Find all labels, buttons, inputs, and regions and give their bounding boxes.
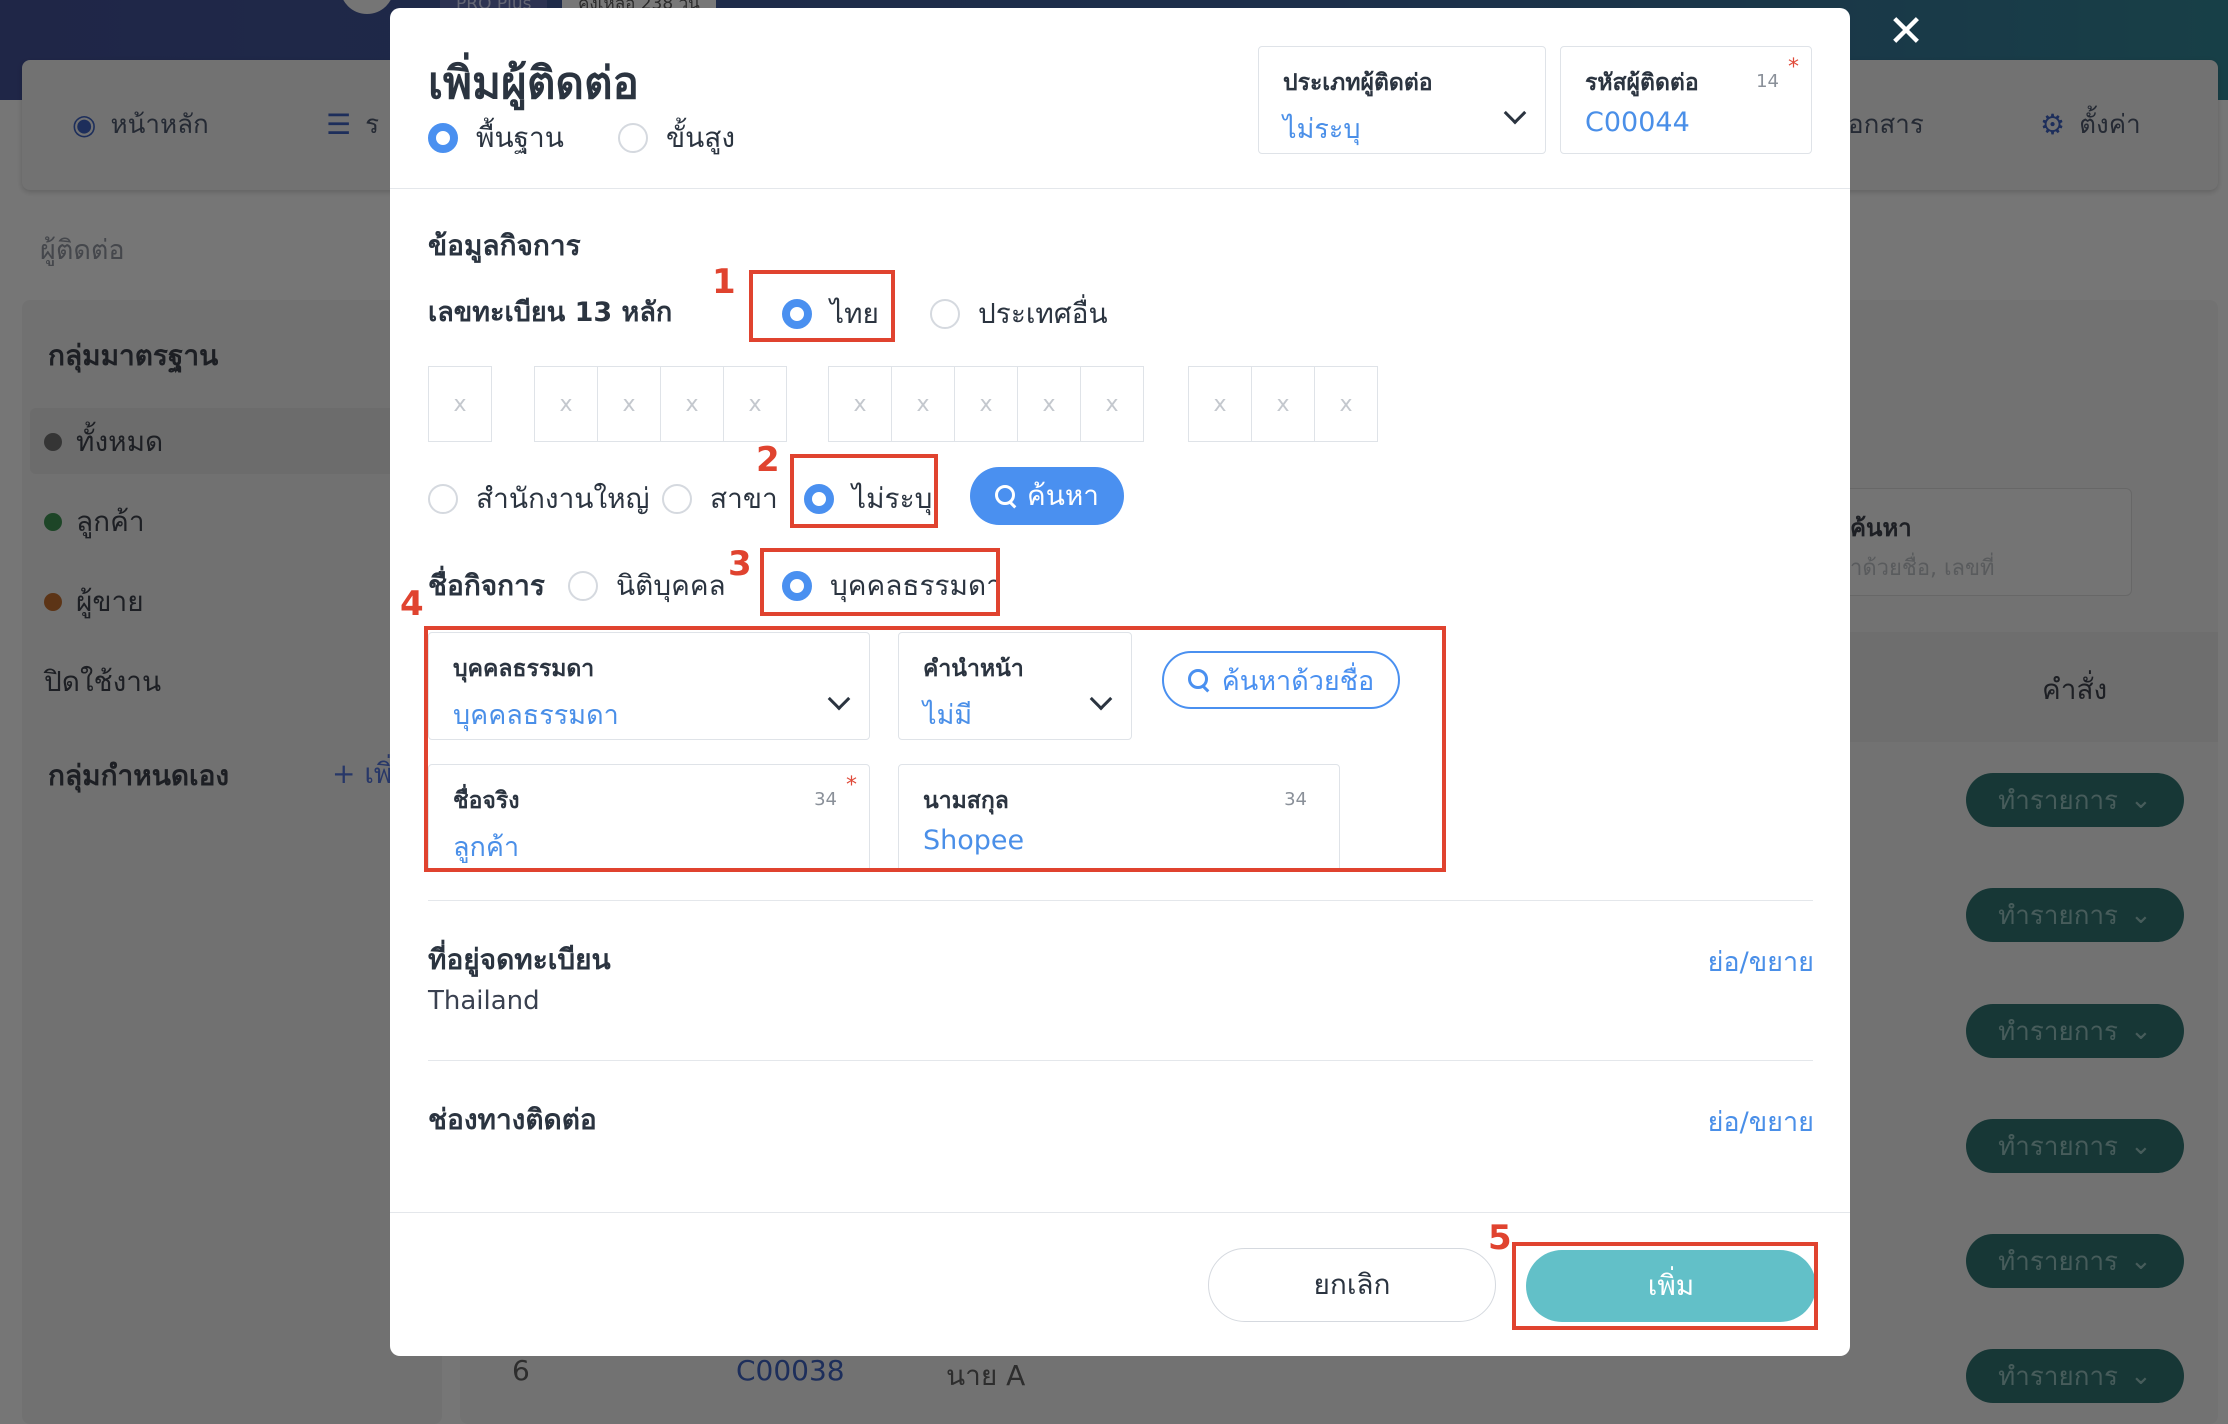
button-label: ค้นหา — [1026, 479, 1100, 512]
business-name-label: ชื่อกิจการ — [428, 569, 545, 602]
modal-title: เพิ่มผู้ติดต่อ — [428, 58, 639, 109]
tax-digit-input[interactable]: x — [1080, 366, 1144, 442]
business-info-title: ข้อมูลกิจการ — [428, 229, 581, 262]
radio-label: สำนักงานใหญ่ — [476, 482, 650, 515]
tax-digit-input[interactable]: x — [1251, 366, 1315, 442]
tax-digit-input[interactable]: x — [660, 366, 724, 442]
annotation-number-2: 2 — [756, 440, 780, 480]
address-title: ที่อยู่จดทะเบียน — [428, 943, 611, 976]
tax-digit-input[interactable]: x — [597, 366, 661, 442]
field-value: ไม่ระบุ — [1283, 114, 1361, 145]
field-label: ประเภทผู้ติดต่อ — [1283, 70, 1433, 96]
mode-advanced-radio[interactable]: ขั้นสูง — [618, 116, 735, 160]
radio-indicator — [428, 123, 458, 153]
cancel-button[interactable]: ยกเลิก — [1208, 1248, 1496, 1322]
contact-channels-title: ช่องทางติดต่อ — [428, 1103, 597, 1136]
radio-label: ประเทศอื่น — [978, 297, 1108, 330]
contact-code-field[interactable]: รหัสผู้ติดต่อ C00044 14 * — [1560, 46, 1812, 154]
contact-type-select[interactable]: ประเภทผู้ติดต่อ ไม่ระบุ — [1258, 46, 1546, 154]
radio-label: ขั้นสูง — [666, 121, 736, 154]
country-other-radio[interactable]: ประเทศอื่น — [930, 292, 1108, 336]
tax-digit-input[interactable]: x — [723, 366, 787, 442]
tax-digit-input[interactable]: x — [428, 366, 492, 442]
branch-hq-radio[interactable]: สำนักงานใหญ่ — [428, 477, 649, 521]
tax-id-label: เลขทะเบียน 13 หลัก — [428, 297, 673, 328]
annotation-box-4 — [424, 626, 1446, 872]
mode-basic-radio[interactable]: พื้นฐาน — [428, 116, 564, 160]
annotation-number-1: 1 — [712, 262, 736, 302]
search-tax-id-button[interactable]: ค้นหา — [970, 467, 1124, 525]
radio-indicator — [930, 299, 960, 329]
radio-label: สาขา — [710, 482, 778, 515]
section-divider — [428, 1060, 1813, 1061]
tax-digit-input[interactable]: x — [891, 366, 955, 442]
radio-indicator — [568, 571, 598, 601]
header-divider — [390, 188, 1850, 189]
field-label: รหัสผู้ติดต่อ — [1585, 70, 1699, 96]
tax-digit-input[interactable]: x — [1017, 366, 1081, 442]
radio-indicator — [428, 484, 458, 514]
tax-digit-input[interactable]: x — [1188, 366, 1252, 442]
annotation-box-3 — [760, 548, 1000, 616]
tax-digit-input[interactable]: x — [534, 366, 598, 442]
close-icon[interactable]: ✕ — [1882, 8, 1930, 56]
required-mark: * — [1788, 55, 1799, 80]
annotation-box-1 — [749, 270, 895, 342]
address-value: Thailand — [428, 986, 540, 1016]
radio-indicator — [618, 123, 648, 153]
tax-digit-input[interactable]: x — [1314, 366, 1378, 442]
radio-indicator — [662, 484, 692, 514]
entity-juristic-radio[interactable]: นิติบุคคล — [568, 564, 726, 608]
radio-label: พื้นฐาน — [476, 121, 564, 154]
search-icon — [994, 485, 1017, 507]
channels-toggle-link[interactable]: ย่อ/ขยาย — [1708, 1100, 1814, 1143]
annotation-number-3: 3 — [728, 544, 752, 584]
annotation-number-5: 5 — [1488, 1218, 1512, 1258]
radio-label: นิติบุคคล — [616, 569, 726, 602]
footer-divider — [390, 1212, 1850, 1213]
char-limit: 14 — [1756, 71, 1779, 92]
annotation-box-2 — [790, 454, 938, 528]
tax-digit-input[interactable]: x — [954, 366, 1018, 442]
field-value: C00044 — [1585, 107, 1690, 138]
branch-branch-radio[interactable]: สาขา — [662, 477, 778, 521]
tax-digit-input[interactable]: x — [828, 366, 892, 442]
chevron-down-icon — [1503, 101, 1527, 125]
address-toggle-link[interactable]: ย่อ/ขยาย — [1708, 940, 1814, 983]
annotation-box-5 — [1512, 1242, 1818, 1330]
section-divider — [428, 900, 1813, 901]
annotation-number-4: 4 — [400, 584, 424, 624]
